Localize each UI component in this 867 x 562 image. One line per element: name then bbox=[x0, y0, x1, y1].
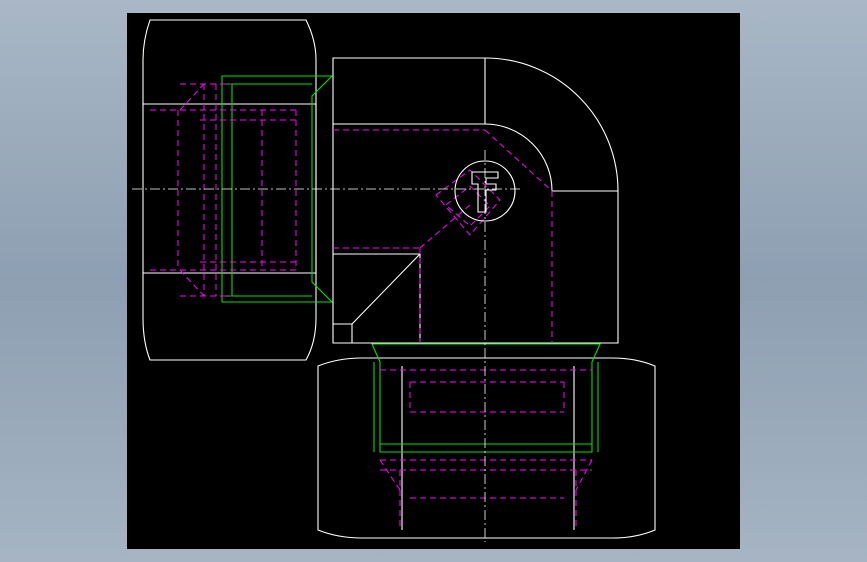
drawing-viewport[interactable] bbox=[127, 13, 740, 549]
cad-viewer: { "view": { "background": "#000000", "fr… bbox=[0, 0, 867, 562]
